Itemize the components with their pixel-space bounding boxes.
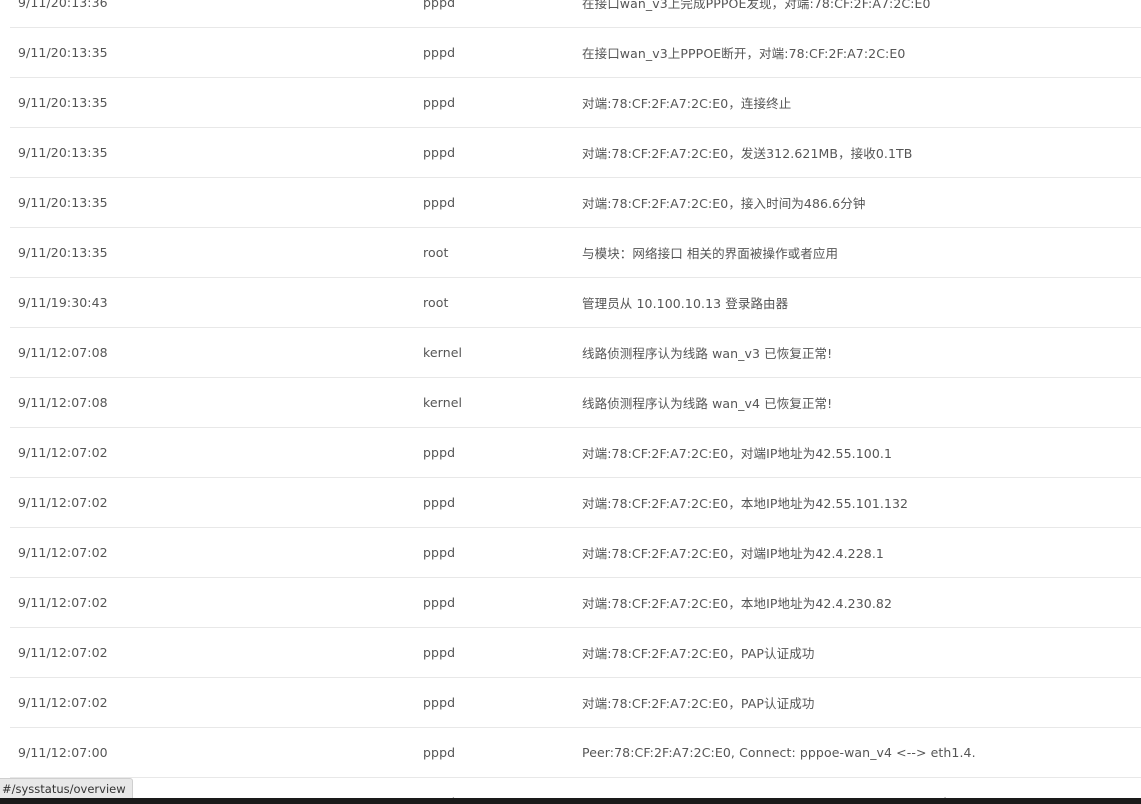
log-source-cell: pppd	[423, 645, 456, 660]
system-log-table: 9/11/20:13:36 pppd 在接口wan_v3上完成PPPOE发现，对端:…	[10, 0, 1141, 804]
log-time-cell: 9/11/20:13:35	[18, 245, 108, 260]
log-time-cell: 9/11/20:13:35	[18, 145, 108, 160]
log-message-cell: 管理员从 10.100.10.13 登录路由器	[582, 296, 789, 311]
log-viewport[interactable]: 9/11/20:13:36 pppd 在接口wan_v3上完成PPPOE发现，对端:…	[0, 0, 1141, 804]
table-row: 9/11/20:13:35 pppd 对端:78:CF:2F:A7:2C:E0，发送…	[10, 128, 1141, 178]
log-time-cell: 9/11/12:07:08	[18, 345, 108, 360]
log-source-cell: pppd	[423, 445, 456, 460]
log-time-cell: 9/11/12:07:02	[18, 545, 108, 560]
log-source-cell: pppd	[423, 195, 456, 210]
log-message-cell: 对端:78:CF:2F:A7:2C:E0，PAP认证成功	[582, 696, 815, 711]
log-source-cell: pppd	[423, 45, 456, 60]
log-message-cell: 对端:78:CF:2F:A7:2C:E0，PAP认证成功	[582, 646, 815, 661]
log-source-cell: pppd	[423, 0, 456, 10]
table-row: 9/11/12:07:02 pppd 对端:78:CF:2F:A7:2C:E0，PA…	[10, 628, 1141, 678]
log-source-cell: pppd	[423, 695, 456, 710]
log-message-cell: 线路侦测程序认为线路 wan_v4 已恢复正常!	[582, 396, 833, 411]
log-message-cell: 对端:78:CF:2F:A7:2C:E0，连接终止	[582, 96, 792, 111]
table-row: 9/11/12:07:02 pppd 对端:78:CF:2F:A7:2C:E0，PA…	[10, 678, 1141, 728]
log-source-cell: pppd	[423, 495, 456, 510]
table-row: 9/11/20:13:35 pppd 在接口wan_v3上PPPOE断开，对端:78…	[10, 28, 1141, 78]
log-time-cell: 9/11/12:07:08	[18, 395, 108, 410]
taskbar-edge	[0, 798, 1141, 804]
log-time-cell: 9/11/12:07:00	[18, 745, 108, 760]
table-row: 9/11/20:13:35 pppd 对端:78:CF:2F:A7:2C:E0，连接…	[10, 78, 1141, 128]
log-message-cell: 对端:78:CF:2F:A7:2C:E0，接入时间为486.6分钟	[582, 196, 866, 211]
log-message-cell: 对端:78:CF:2F:A7:2C:E0，发送312.621MB，接收0.1TB	[582, 146, 913, 161]
table-row: 9/11/12:07:02 pppd 对端:78:CF:2F:A7:2C:E0，本地…	[10, 578, 1141, 628]
log-time-cell: 9/11/12:07:02	[18, 495, 108, 510]
log-message-cell: 在接口wan_v3上完成PPPOE发现，对端:78:CF:2F:A7:2C:E0	[582, 0, 931, 11]
table-row: 9/11/12:07:02 pppd 对端:78:CF:2F:A7:2C:E0，对端…	[10, 528, 1141, 578]
status-bar-url: #/sysstatus/overview	[0, 778, 133, 800]
log-message-cell: 与模块：网络接口 相关的界面被操作或者应用	[582, 246, 839, 261]
table-row: 9/11/20:13:35 root 与模块：网络接口 相关的界面被操作或者应用	[10, 228, 1141, 278]
log-message-cell: 在接口wan_v3上PPPOE断开，对端:78:CF:2F:A7:2C:E0	[582, 46, 906, 61]
log-source-cell: root	[423, 295, 449, 310]
table-row: 9/11/19:30:43 root 管理员从 10.100.10.13 登录路由器	[10, 278, 1141, 328]
log-source-cell: pppd	[423, 95, 456, 110]
table-row: 9/11/12:07:08 kernel 线路侦测程序认为线路 wan_v4 已恢复…	[10, 378, 1141, 428]
log-source-cell: pppd	[423, 745, 456, 760]
log-message-cell: 对端:78:CF:2F:A7:2C:E0，对端IP地址为42.4.228.1	[582, 546, 884, 561]
table-row: 9/11/12:07:02 pppd 对端:78:CF:2F:A7:2C:E0，对端…	[10, 428, 1141, 478]
log-time-cell: 9/11/20:13:36	[18, 0, 108, 10]
log-time-cell: 9/11/20:13:35	[18, 95, 108, 110]
table-row: 9/11/12:07:02 pppd 对端:78:CF:2F:A7:2C:E0，本地…	[10, 478, 1141, 528]
log-time-cell: 9/11/12:07:02	[18, 645, 108, 660]
log-time-cell: 9/11/12:07:02	[18, 695, 108, 710]
log-message-cell: Peer:78:CF:2F:A7:2C:E0, Connect: pppoe-w…	[582, 745, 976, 760]
log-source-cell: pppd	[423, 595, 456, 610]
log-source-cell: root	[423, 245, 449, 260]
log-time-cell: 9/11/20:13:35	[18, 45, 108, 60]
log-source-cell: kernel	[423, 345, 463, 360]
log-time-cell: 9/11/20:13:35	[18, 195, 108, 210]
table-row: 9/11/20:13:35 pppd 对端:78:CF:2F:A7:2C:E0，接入…	[10, 178, 1141, 228]
log-message-cell: 对端:78:CF:2F:A7:2C:E0，本地IP地址为42.4.230.82	[582, 596, 892, 611]
table-row: 9/11/12:07:08 kernel 线路侦测程序认为线路 wan_v3 已恢复…	[10, 328, 1141, 378]
log-source-cell: kernel	[423, 395, 463, 410]
log-message-cell: 对端:78:CF:2F:A7:2C:E0，本地IP地址为42.55.101.13…	[582, 496, 909, 511]
log-message-cell: 线路侦测程序认为线路 wan_v3 已恢复正常!	[582, 346, 833, 361]
log-message-cell: 对端:78:CF:2F:A7:2C:E0，对端IP地址为42.55.100.1	[582, 446, 892, 461]
log-source-cell: pppd	[423, 545, 456, 560]
log-time-cell: 9/11/12:07:02	[18, 445, 108, 460]
table-row: 9/11/20:13:36 pppd 在接口wan_v3上完成PPPOE发现，对端:…	[10, 0, 1141, 28]
log-time-cell: 9/11/19:30:43	[18, 295, 108, 310]
table-row: 9/11/12:07:00 pppd Peer:78:CF:2F:A7:2C:E0,…	[10, 728, 1141, 778]
log-source-cell: pppd	[423, 145, 456, 160]
log-time-cell: 9/11/12:07:02	[18, 595, 108, 610]
